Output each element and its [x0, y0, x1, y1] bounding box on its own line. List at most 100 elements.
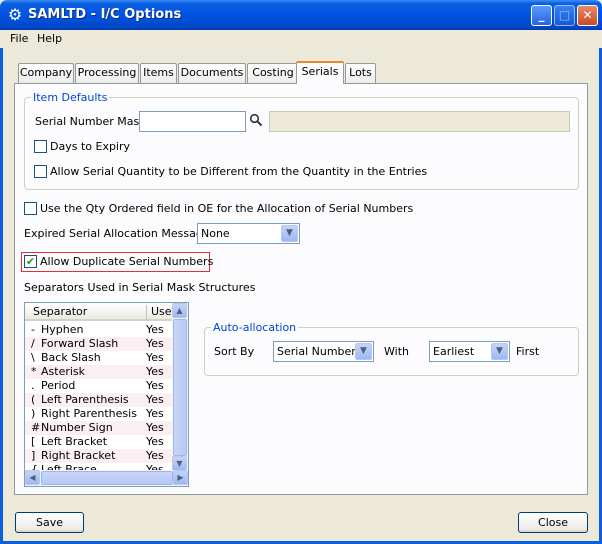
table-row[interactable]: - Hyphen Yes — [25, 323, 173, 337]
separator-symbol: # — [31, 421, 41, 434]
menu-file[interactable]: File — [10, 32, 28, 45]
chevron-down-icon[interactable]: ▼ — [281, 225, 298, 242]
separator-name: Hyphen — [41, 323, 84, 336]
separator-cell: ) Right Parenthesis — [31, 407, 137, 420]
sort-by-select[interactable]: Serial Number ▼ — [273, 341, 374, 362]
separator-symbol: * — [31, 365, 37, 378]
column-header-use[interactable]: Use — [146, 305, 172, 321]
separator-name: Right Parenthesis — [41, 407, 137, 420]
minimize-button[interactable]: _ — [531, 5, 552, 26]
window-frame-left — [0, 30, 3, 544]
serial-mask-description — [269, 111, 570, 132]
scroll-left-button[interactable]: ◀ — [25, 470, 40, 485]
table-row[interactable]: ( Left Parenthesis Yes — [25, 393, 173, 407]
expired-msg-select[interactable]: None ▼ — [197, 223, 300, 244]
menu-bar: File Help — [0, 30, 602, 48]
use-cell: Yes — [146, 351, 164, 364]
expired-msg-label: Expired Serial Allocation Message — [24, 227, 210, 240]
vertical-scrollbar[interactable]: ▲ ▼ — [172, 303, 188, 471]
separators-list[interactable]: Separator Use - Hyphen Yes / Forward Slash Ye… — [24, 302, 189, 487]
allow-duplicate-checkbox[interactable]: ✔ — [24, 255, 37, 268]
menu-help[interactable]: Help — [37, 32, 62, 45]
separator-cell: [ Left Bracket — [31, 435, 107, 448]
allow-duplicate-label: Allow Duplicate Serial Numbers — [40, 255, 214, 268]
separator-name: Number Sign — [41, 421, 113, 434]
separator-cell: . Period — [31, 379, 75, 392]
save-button[interactable]: Save — [15, 512, 84, 533]
tab-lots[interactable]: Lots — [345, 63, 376, 83]
table-row[interactable]: [ Left Bracket Yes — [25, 435, 173, 449]
separator-cell: \ Back Slash — [31, 351, 101, 364]
days-to-expiry-checkbox[interactable] — [34, 140, 47, 153]
days-to-expiry-label: Days to Expiry — [50, 140, 131, 153]
separator-symbol: ) — [31, 407, 36, 420]
table-row[interactable]: . Period Yes — [25, 379, 173, 393]
close-window-button[interactable]: ✕ — [577, 5, 598, 26]
chevron-down-icon[interactable]: ▼ — [491, 343, 508, 360]
column-header-separator[interactable]: Separator — [33, 305, 87, 318]
table-row[interactable]: ) Right Parenthesis Yes — [25, 407, 173, 421]
horizontal-scrollbar[interactable]: ◀ ▶ — [25, 470, 188, 486]
separator-name: Back Slash — [41, 351, 101, 364]
tab-company[interactable]: Company — [18, 63, 74, 83]
serial-mask-input[interactable] — [139, 111, 246, 132]
first-label: First — [516, 345, 540, 358]
table-row[interactable]: #Number Sign Yes — [25, 421, 173, 435]
table-row[interactable]: \ Back Slash Yes — [25, 351, 173, 365]
separator-name: Left Bracket — [41, 435, 108, 448]
chevron-down-icon[interactable]: ▼ — [355, 343, 372, 360]
scroll-down-button[interactable]: ▼ — [172, 456, 187, 471]
use-qty-ordered-checkbox[interactable] — [24, 202, 37, 215]
separator-cell: / Forward Slash — [31, 337, 118, 350]
search-icon[interactable] — [249, 113, 263, 127]
vertical-scroll-thumb[interactable] — [173, 319, 187, 456]
separator-symbol: - — [31, 323, 35, 336]
separators-title: Separators Used in Serial Mask Structure… — [24, 281, 256, 294]
separator-symbol: ( — [31, 393, 36, 406]
with-value: Earliest — [433, 345, 475, 358]
tab-documents[interactable]: Documents — [178, 63, 246, 83]
use-cell: Yes — [146, 393, 164, 406]
tab-serials[interactable]: Serials — [296, 61, 344, 84]
separator-symbol: [ — [31, 435, 36, 448]
separator-cell: * Asterisk — [31, 365, 85, 378]
separator-name: Asterisk — [41, 365, 86, 378]
separator-name: Right Bracket — [41, 449, 116, 462]
window-title: SAMLTD - I/C Options — [28, 7, 182, 22]
close-button[interactable]: Close — [518, 512, 588, 533]
gear-icon[interactable]: ⚙ — [6, 6, 24, 24]
separator-cell: ] Right Bracket — [31, 449, 115, 462]
maximize-button[interactable]: □ — [554, 5, 575, 26]
tab-items[interactable]: Items — [140, 63, 177, 83]
use-cell: Yes — [146, 421, 164, 434]
separator-cell: - Hyphen — [31, 323, 83, 336]
horizontal-scroll-thumb[interactable] — [41, 471, 173, 485]
tab-processing[interactable]: Processing — [75, 63, 139, 83]
use-cell: Yes — [146, 337, 164, 350]
sort-by-value: Serial Number — [277, 345, 356, 358]
separator-cell: ( Left Parenthesis — [31, 393, 129, 406]
scroll-up-button[interactable]: ▲ — [172, 303, 187, 318]
use-cell: Yes — [146, 365, 164, 378]
serial-mask-label: Serial Number Mask — [35, 115, 146, 128]
item-defaults-title: Item Defaults — [31, 91, 110, 104]
use-cell: Yes — [146, 435, 164, 448]
sort-by-label: Sort By — [214, 345, 255, 358]
table-row[interactable]: * Asterisk Yes — [25, 365, 173, 379]
list-header: Separator Use — [25, 303, 173, 321]
use-cell: Yes — [146, 449, 164, 462]
separator-symbol: ] — [31, 449, 36, 462]
use-cell: Yes — [146, 407, 164, 420]
table-row[interactable]: / Forward Slash Yes — [25, 337, 173, 351]
separator-symbol: \ — [31, 351, 35, 364]
title-bar: ⚙ SAMLTD - I/C Options _ □ ✕ — [0, 0, 602, 30]
allow-serial-qty-checkbox[interactable] — [34, 165, 47, 178]
tab-costing[interactable]: Costing — [247, 63, 299, 83]
expired-msg-value: None — [201, 227, 230, 240]
scroll-right-button[interactable]: ▶ — [173, 470, 188, 485]
table-row[interactable]: ] Right Bracket Yes — [25, 449, 173, 463]
auto-allocation-title: Auto-allocation — [211, 321, 299, 334]
with-select[interactable]: Earliest ▼ — [429, 341, 510, 362]
separator-symbol: / — [31, 337, 35, 350]
separator-name: Left Parenthesis — [41, 393, 129, 406]
